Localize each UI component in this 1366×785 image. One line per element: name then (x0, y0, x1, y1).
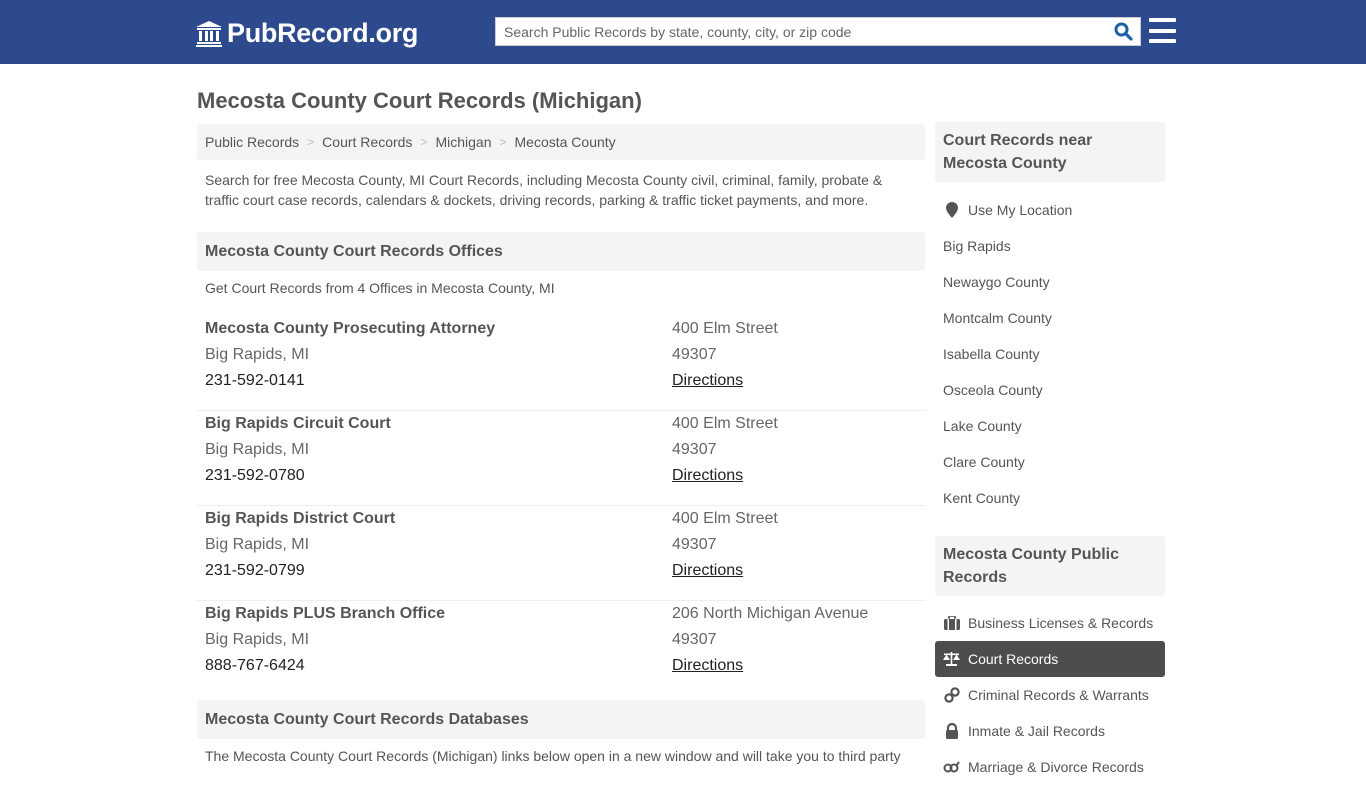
search-input[interactable] (496, 18, 1106, 45)
gender-icon (943, 759, 960, 775)
sidebar-item-business-licenses[interactable]: Business Licenses & Records (935, 605, 1165, 641)
top-navigation-bar: PubRecord.org (0, 0, 1366, 64)
breadcrumb-separator: > (420, 135, 428, 149)
databases-heading: Mecosta County Court Records Databases (197, 700, 925, 739)
nearby-link[interactable]: Big Rapids (935, 228, 1165, 264)
search-box (495, 17, 1141, 46)
office-entry: Mecosta County Prosecuting Attorney Big … (197, 316, 925, 411)
sidebar-item-label: Inmate & Jail Records (968, 723, 1105, 739)
nearby-link[interactable]: Clare County (935, 444, 1165, 480)
office-entry: Big Rapids District Court Big Rapids, MI… (197, 506, 925, 601)
office-zip: 49307 (672, 346, 717, 363)
office-phone[interactable]: 231-592-0141 (205, 368, 495, 394)
nearby-heading: Court Records near Mecosta County (935, 122, 1165, 182)
logo-text: PubRecord.org (227, 17, 419, 48)
directions-link[interactable]: Directions (672, 372, 743, 389)
nearby-link[interactable]: Osceola County (935, 372, 1165, 408)
directions-link[interactable]: Directions (672, 467, 743, 484)
office-city: Big Rapids, MI (205, 536, 310, 553)
sidebar-item-court-records[interactable]: Court Records (935, 641, 1165, 677)
office-city: Big Rapids, MI (205, 441, 310, 458)
office-name: Big Rapids PLUS Branch Office (205, 605, 446, 622)
office-phone[interactable]: 888-767-6424 (205, 653, 445, 679)
offices-heading: Mecosta County Court Records Offices (197, 232, 925, 271)
office-entry: Big Rapids Circuit Court Big Rapids, MI … (197, 411, 925, 506)
office-city: Big Rapids, MI (205, 631, 310, 648)
scales-icon (943, 651, 960, 667)
hamburger-menu-button[interactable] (1149, 18, 1176, 43)
site-logo[interactable]: PubRecord.org (195, 16, 418, 50)
office-name: Mecosta County Prosecuting Attorney (205, 320, 496, 337)
sidebar-item-marriage-divorce[interactable]: Marriage & Divorce Records (935, 749, 1165, 785)
briefcase-icon (943, 615, 960, 631)
office-address: 206 North Michigan Avenue (672, 605, 869, 622)
sidebar-item-label: Court Records (968, 651, 1059, 667)
nearby-link[interactable]: Kent County (935, 480, 1165, 516)
office-entry: Big Rapids PLUS Branch Office Big Rapids… (197, 601, 925, 696)
directions-link[interactable]: Directions (672, 657, 743, 674)
breadcrumb-mecosta-county[interactable]: Mecosta County (515, 134, 616, 150)
office-name: Big Rapids District Court (205, 510, 396, 527)
office-zip: 49307 (672, 631, 717, 648)
office-phone[interactable]: 231-592-0780 (205, 463, 391, 489)
office-phone[interactable]: 231-592-0799 (205, 558, 395, 584)
office-zip: 49307 (672, 441, 717, 458)
breadcrumb-michigan[interactable]: Michigan (435, 134, 491, 150)
office-address: 400 Elm Street (672, 415, 778, 432)
office-zip: 49307 (672, 536, 717, 553)
breadcrumb-public-records[interactable]: Public Records (205, 134, 299, 150)
search-icon (1114, 22, 1133, 41)
breadcrumb: Public Records > Court Records > Michiga… (197, 124, 925, 160)
breadcrumb-separator: > (307, 135, 315, 149)
map-marker-icon (943, 202, 960, 218)
offices-subtitle: Get Court Records from 4 Offices in Meco… (205, 280, 555, 296)
nearby-link[interactable]: Newaygo County (935, 264, 1165, 300)
sidebar-item-label: Criminal Records & Warrants (968, 687, 1149, 703)
sidebar-item-label: Business Licenses & Records (968, 615, 1154, 631)
sidebar-item-criminal-records[interactable]: Criminal Records & Warrants (935, 677, 1165, 713)
intro-text: Search for free Mecosta County, MI Court… (205, 172, 883, 208)
breadcrumb-court-records[interactable]: Court Records (322, 134, 412, 150)
office-address: 400 Elm Street (672, 510, 778, 527)
use-my-location-label: Use My Location (968, 202, 1073, 218)
databases-text: The Mecosta County Court Records (Michig… (205, 748, 901, 764)
search-button[interactable] (1106, 18, 1140, 45)
courthouse-icon (196, 21, 222, 47)
nearby-link[interactable]: Isabella County (935, 336, 1165, 372)
hamburger-menu-icon (1149, 18, 1176, 22)
public-records-heading: Mecosta County Public Records (935, 536, 1165, 596)
sidebar-item-label: Marriage & Divorce Records (968, 759, 1144, 775)
nearby-link[interactable]: Montcalm County (935, 300, 1165, 336)
hamburger-menu-icon (1149, 28, 1176, 33)
office-address: 400 Elm Street (672, 320, 778, 337)
use-my-location-link[interactable]: Use My Location (935, 192, 1165, 228)
hamburger-menu-icon (1149, 39, 1176, 43)
breadcrumb-separator: > (499, 135, 507, 149)
office-city: Big Rapids, MI (205, 346, 310, 363)
nearby-link[interactable]: Lake County (935, 408, 1165, 444)
sidebar-item-inmate-records[interactable]: Inmate & Jail Records (935, 713, 1165, 749)
handcuffs-icon (943, 687, 960, 703)
page-title: Mecosta County Court Records (Michigan) (197, 88, 642, 113)
office-name: Big Rapids Circuit Court (205, 415, 391, 432)
directions-link[interactable]: Directions (672, 562, 743, 579)
lock-icon (943, 723, 960, 739)
